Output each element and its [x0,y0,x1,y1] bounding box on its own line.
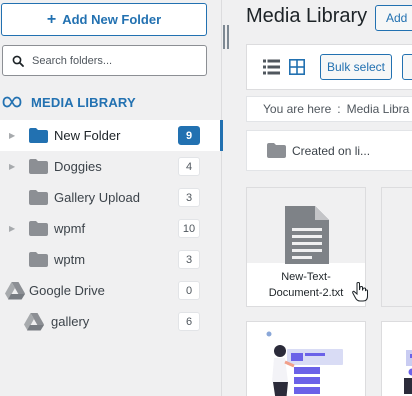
folder-item-wpmf[interactable]: ▶ wpmf 10 [0,213,222,244]
hand-cursor-icon [352,282,368,302]
folder-name: Doggies [54,159,102,174]
breadcrumb-prefix: You are here [263,102,332,116]
folder-item-gallery-upload[interactable]: ▶ Gallery Upload 3 [0,182,222,213]
folder-name: wptm [54,252,86,267]
folder-count-badge: 6 [178,312,200,331]
sort-label: Created on li... [292,143,371,158]
folder-icon [29,159,48,174]
search-icon [12,55,24,67]
document-icon [285,206,329,264]
add-new-folder-button[interactable]: + Add New Folder [1,3,207,36]
page-title: Media Library [246,5,368,27]
illustration-image [404,350,412,394]
breadcrumb-separator: : [337,102,341,116]
folder-count-badge: 3 [178,188,200,207]
folder-count-badge: 10 [178,219,200,238]
media-main-area: Media Library Add Bulk select You are he… [236,0,412,396]
folder-icon [29,252,48,267]
drive-folder-gallery[interactable]: gallery 6 [0,306,222,337]
illustration-image [266,331,343,396]
file-name: New-Text-Document-2.txt [247,264,365,306]
folder-count-badge: 3 [178,250,200,269]
google-drive-icon [24,312,44,330]
folder-name: Gallery Upload [54,190,140,205]
folder-item-doggies[interactable]: ▶ Doggies 4 [0,151,222,182]
media-tile[interactable] [381,187,412,307]
folder-count-badge: 9 [178,126,200,145]
sidebar-resize-handle[interactable] [223,25,230,49]
folder-tree: ▶ New Folder 9 ▶ Doggies 4 ▶ Gallery Upl… [0,120,223,337]
breadcrumb-current[interactable]: Media Libra [347,102,410,116]
list-view-icon[interactable] [263,59,280,75]
breadcrumb: You are here : Media Libra [246,96,412,122]
folder-item-wptm[interactable]: ▶ wptm 3 [0,244,222,275]
media-tile-image[interactable] [246,321,366,396]
google-drive-icon [5,281,25,299]
folder-count-badge: 0 [178,281,200,300]
expand-caret-icon[interactable]: ▶ [9,131,19,140]
folder-name: gallery [51,314,90,329]
media-library-root[interactable]: MEDIA LIBRARY [0,90,222,114]
sort-dropdown[interactable]: Created on li... [246,130,412,171]
media-library-label: MEDIA LIBRARY [31,94,136,110]
media-tile-image[interactable] [381,321,412,396]
folder-search-input[interactable] [32,54,192,67]
folder-search-box[interactable] [2,45,207,76]
expand-caret-icon[interactable]: ▶ [9,224,19,233]
folder-icon [29,190,48,205]
plus-icon: + [46,10,57,28]
folder-item-new-folder[interactable]: ▶ New Folder 9 [0,120,223,151]
folder-count-badge: 4 [178,157,200,176]
media-library-icon [2,96,22,108]
media-tile-document[interactable]: New-Text-Document-2.txt [246,187,366,307]
grid-view-icon[interactable] [289,59,305,75]
add-media-button[interactable]: Add [375,5,412,31]
document-thumbnail [247,188,365,264]
google-drive-item[interactable]: Google Drive 0 [0,275,222,306]
drive-name: Google Drive [29,283,105,298]
folder-icon [29,221,48,236]
folder-name: wpmf [54,221,86,236]
folder-sidebar: + Add New Folder MEDIA LIBRARY ▶ New Fol… [0,0,223,396]
folder-name: New Folder [54,128,121,143]
expand-caret-icon[interactable]: ▶ [9,162,19,171]
bulk-select-button[interactable]: Bulk select [320,54,392,80]
media-toolbar: Bulk select [246,44,412,90]
add-new-folder-label: Add New Folder [62,12,162,27]
folder-icon [267,143,286,158]
folder-icon [29,128,48,143]
filter-button[interactable] [402,54,412,80]
